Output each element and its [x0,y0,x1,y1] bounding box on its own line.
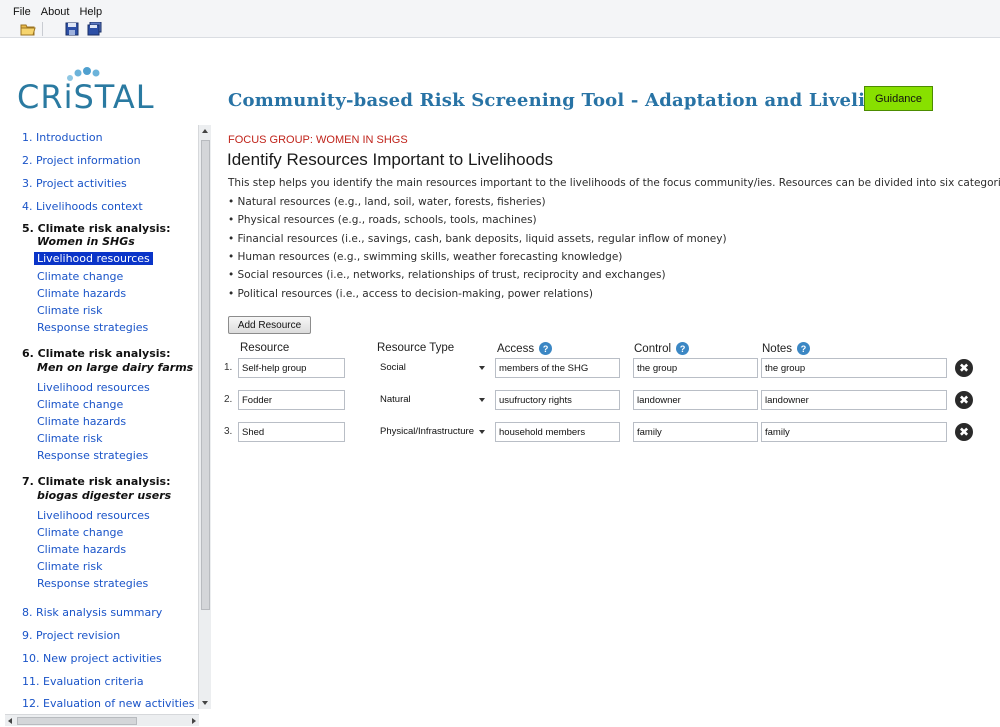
nav-s5-climate-hazards[interactable]: Climate hazards [37,287,126,300]
nav-risk-analysis-summary[interactable]: 8. Risk analysis summary [22,606,162,619]
column-access-label: Access [497,342,535,355]
nav-project-revision[interactable]: 9. Project revision [22,629,120,642]
menu-list: File About Help [13,6,102,18]
save-icon[interactable] [65,22,81,36]
row-number: 1. [224,362,233,373]
nav-s6-climate-risk[interactable]: Climate risk [37,432,103,445]
nav-s7-climate-hazards[interactable]: Climate hazards [37,543,126,556]
access-input[interactable]: household members [495,422,620,442]
column-header-notes: Notes ? [762,342,811,355]
control-input[interactable]: family [633,422,758,442]
nav-section-5-title[interactable]: 5. Climate risk analysis: [22,222,170,235]
scroll-right-icon[interactable] [192,718,196,724]
sidebar-horizontal-scrollbar[interactable] [5,714,199,726]
resource-input[interactable]: Fodder [238,390,345,410]
menu-file[interactable]: File [13,6,31,18]
resource-input[interactable]: Shed [238,422,345,442]
access-input[interactable]: usufructory rights [495,390,620,410]
open-folder-icon[interactable] [20,22,36,36]
access-help-icon[interactable]: ? [539,342,553,355]
nav-s7-livelihood-resources[interactable]: Livelihood resources [37,509,150,522]
notes-help-icon[interactable]: ? [797,342,811,355]
nav-s7-climate-change[interactable]: Climate change [37,526,123,539]
nav-introduction[interactable]: 1. Introduction [22,131,103,144]
scroll-up-icon[interactable] [202,129,208,133]
bullet-physical: • Physical resources (e.g., roads, schoo… [228,214,537,226]
column-header-resource: Resource [240,342,289,354]
scroll-thumb[interactable] [201,140,210,610]
nav-s6-climate-change[interactable]: Climate change [37,398,123,411]
resource-type-select[interactable]: Physical/Infrastructure [377,422,487,442]
toolbar [20,21,109,36]
row-number: 2. [224,394,233,405]
nav-s6-livelihood-resources[interactable]: Livelihood resources [37,381,150,394]
notes-input[interactable]: the group [761,358,947,378]
access-input[interactable]: members of the SHG [495,358,620,378]
app-logo: CRiSTAL [17,78,155,116]
nav-new-project-activities[interactable]: 10. New project activities [22,652,162,665]
nav-livelihoods-context[interactable]: 4. Livelihoods context [22,200,143,213]
nav-s6-response-strategies[interactable]: Response strategies [37,449,148,462]
resource-type-select[interactable]: Social [377,358,487,378]
resource-type-select[interactable]: Natural [377,390,487,410]
remove-row-icon[interactable]: ✖ [955,391,973,409]
nav-s6-climate-hazards[interactable]: Climate hazards [37,415,126,428]
nav-section-5-group: Women in SHGs [37,235,135,248]
add-resource-button[interactable]: Add Resource [228,316,311,334]
control-input[interactable]: the group [633,358,758,378]
resource-input[interactable]: Self-help group [238,358,345,378]
bullet-natural: • Natural resources (e.g., land, soil, w… [228,196,546,208]
nav-s5-livelihood-resources[interactable]: Livelihood resources [34,252,153,265]
notes-input[interactable]: family [761,422,947,442]
page-title: Identify Resources Important to Liveliho… [227,150,554,169]
nav-evaluation-new-activities[interactable]: 12. Evaluation of new activities [22,697,194,710]
nav-s5-climate-change[interactable]: Climate change [37,270,123,283]
sidebar-nav: 1. Introduction 2. Project information 3… [13,125,213,715]
scroll-down-icon[interactable] [202,701,208,705]
app-title: Community-based Risk Screening Tool - Ad… [228,90,927,111]
nav-section-7-title[interactable]: 7. Climate risk analysis: [22,475,170,488]
row-number: 3. [224,426,233,437]
scroll-thumb-horizontal[interactable] [17,717,137,725]
nav-s5-climate-risk[interactable]: Climate risk [37,304,103,317]
nav-section-7-group: biogas digester users [37,489,172,502]
bullet-social: • Social resources (i.e., networks, rela… [228,269,666,281]
nav-s7-response-strategies[interactable]: Response strategies [37,577,148,590]
control-help-icon[interactable]: ? [676,342,690,355]
chevron-down-icon[interactable] [479,366,485,370]
nav-project-activities[interactable]: 3. Project activities [22,177,127,190]
bullet-human: • Human resources (e.g., swimming skills… [228,251,623,263]
bullet-political: • Political resources (i.e., access to d… [228,288,593,300]
menu-help[interactable]: Help [79,6,102,18]
column-resource-label: Resource [240,342,290,354]
menu-about[interactable]: About [41,6,70,18]
column-control-label: Control [634,342,672,355]
column-type-label: Resource Type [377,342,455,354]
chevron-down-icon[interactable] [479,398,485,402]
save-all-icon[interactable] [87,21,103,36]
column-header-type: Resource Type [377,342,454,354]
control-input[interactable]: landowner [633,390,758,410]
bullet-financial: • Financial resources (i.e., savings, ca… [228,233,727,245]
toolbar-separator [42,22,43,36]
column-header-access: Access ? [497,342,553,355]
column-notes-label: Notes [762,342,793,355]
nav-section-6-group: Men on large dairy farms [37,361,194,374]
remove-row-icon[interactable]: ✖ [955,423,973,441]
focus-group-label: FOCUS GROUP: WOMEN IN SHGS [228,134,408,146]
column-header-control: Control ? [634,342,690,355]
nav-project-information[interactable]: 2. Project information [22,154,141,167]
notes-input[interactable]: landowner [761,390,947,410]
menu-bar: File About Help [0,0,1000,38]
sidebar-vertical-scrollbar[interactable] [198,125,211,709]
chevron-down-icon[interactable] [479,430,485,434]
scroll-left-icon[interactable] [8,718,12,724]
remove-row-icon[interactable]: ✖ [955,359,973,377]
guidance-button[interactable]: Guidance [864,86,933,111]
intro-text: This step helps you identify the main re… [228,177,1000,189]
nav-s7-climate-risk[interactable]: Climate risk [37,560,103,573]
nav-section-6-title[interactable]: 6. Climate risk analysis: [22,347,170,360]
nav-s5-response-strategies[interactable]: Response strategies [37,321,148,334]
nav-evaluation-criteria[interactable]: 11. Evaluation criteria [22,675,144,688]
